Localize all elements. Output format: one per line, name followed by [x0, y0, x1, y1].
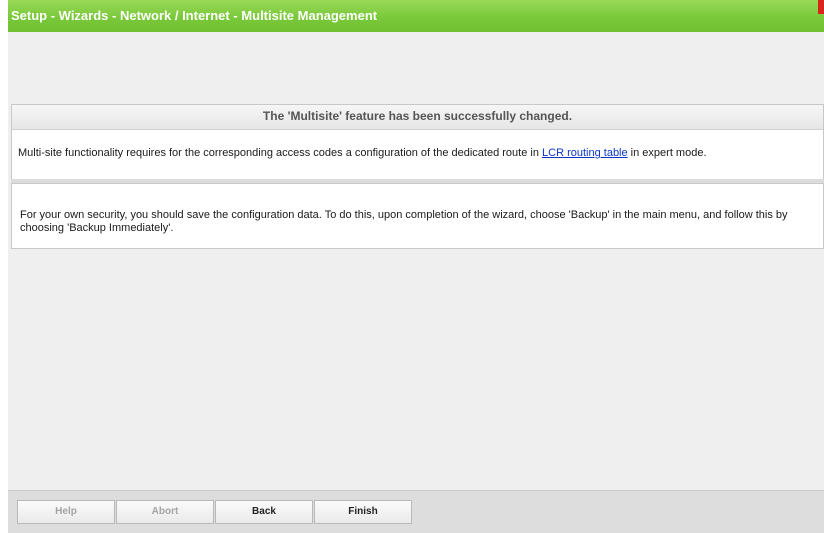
lcr-routing-table-link[interactable]: LCR routing table	[542, 147, 628, 159]
multisite-info: Multi-site functionality requires for th…	[12, 130, 823, 159]
title-bar: Setup - Wizards - Network / Internet - M…	[8, 0, 824, 32]
abort-button[interactable]: Abort	[116, 500, 214, 524]
back-button[interactable]: Back	[215, 500, 313, 524]
help-button[interactable]: Help	[17, 500, 115, 524]
security-notice: For your own security, you should save t…	[20, 209, 788, 234]
info-text-after: in expert mode.	[627, 147, 707, 159]
wizard-frame: Setup - Wizards - Network / Internet - M…	[8, 0, 824, 533]
close-icon[interactable]	[818, 0, 824, 14]
finish-button[interactable]: Finish	[314, 500, 412, 524]
security-panel: For your own security, you should save t…	[11, 183, 824, 249]
status-panel: The 'Multisite' feature has been success…	[11, 104, 824, 181]
status-message: The 'Multisite' feature has been success…	[12, 105, 823, 130]
page-title: Setup - Wizards - Network / Internet - M…	[11, 8, 378, 23]
button-bar: Help Abort Back Finish	[8, 490, 824, 533]
wizard-buttons: Help Abort Back Finish	[17, 500, 413, 524]
info-text-before: Multi-site functionality requires for th…	[18, 147, 543, 159]
